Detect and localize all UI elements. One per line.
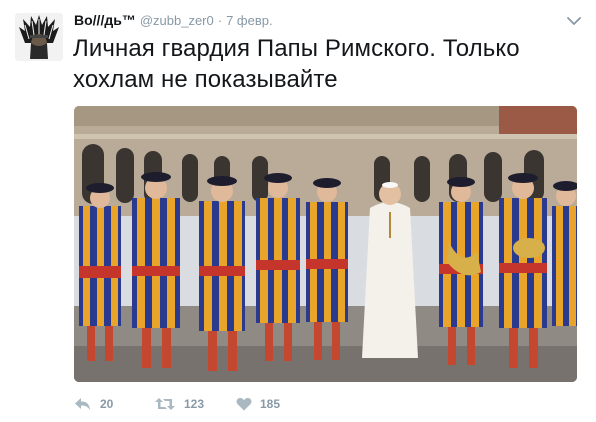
tweet-date[interactable]: 7 февр. [226, 13, 273, 28]
tweet-photo[interactable] [74, 106, 577, 382]
retweet-icon [155, 398, 175, 410]
tweet-text: Личная гвардия Папы Римского. Только хох… [73, 35, 520, 93]
heart-icon [236, 397, 252, 411]
author-handle[interactable]: @zubb_zer0 [140, 13, 214, 28]
photo-swiss-guard-band-with-pope-icon [74, 106, 577, 382]
retweet-button[interactable]: 123 [154, 397, 236, 411]
like-button[interactable]: 185 [236, 397, 316, 411]
like-count: 185 [260, 397, 281, 411]
chevron-down-icon [567, 17, 581, 25]
reply-icon [75, 398, 90, 410]
retweet-count: 123 [184, 397, 205, 411]
avatar-native-headdress-icon [15, 13, 63, 61]
author-display-name[interactable]: Во///дь™ [74, 12, 136, 28]
reply-count: 20 [100, 397, 114, 411]
more-options-button[interactable] [566, 14, 582, 28]
tweet-actions: 20 123 185 [74, 393, 316, 415]
tweet-card[interactable]: Во///дь™ @zubb_zer0 · 7 февр. Личная гва… [0, 0, 596, 422]
tweet-header: Во///дь™ @zubb_zer0 · 7 февр. [74, 12, 273, 32]
avatar[interactable] [15, 13, 63, 61]
header-separator: · [217, 13, 223, 28]
reply-button[interactable]: 20 [74, 397, 154, 411]
